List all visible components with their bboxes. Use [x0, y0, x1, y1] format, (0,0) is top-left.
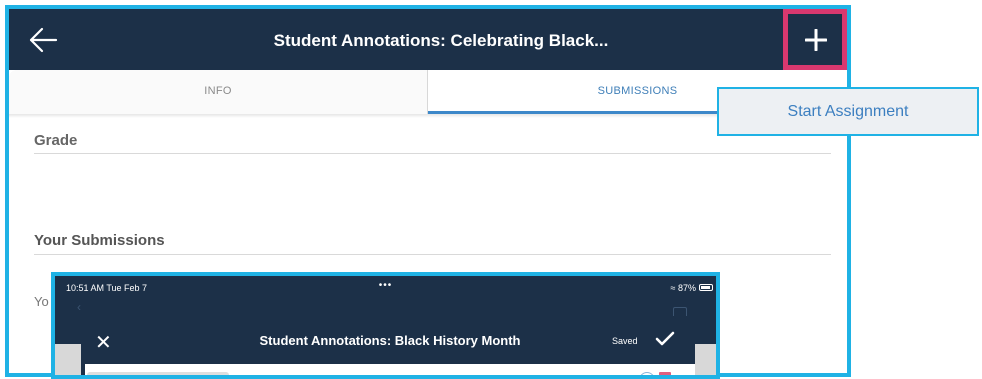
multitasking-dots: ••• — [378, 280, 393, 291]
toolbar-placeholder — [87, 372, 229, 375]
background-sheet-right — [694, 344, 716, 375]
ghost-back-icon: ‹ — [77, 300, 81, 314]
battery-icon — [699, 284, 713, 291]
start-assignment-button[interactable]: Start Assignment — [719, 103, 977, 121]
annotation-screen: 10:51 AM Tue Feb 7 ••• ≈ 87% ‹ ✕ Student… — [51, 272, 720, 379]
add-button[interactable] — [783, 9, 847, 70]
annotation-title: Student Annotations: Black History Month — [259, 333, 521, 348]
navigation-bar: Student Annotations: Celebrating Black..… — [9, 9, 847, 70]
tab-info[interactable]: INFO — [9, 70, 428, 114]
grade-heading: Grade — [34, 132, 78, 149]
plus-icon — [805, 29, 827, 51]
battery-level: ≈ 87% — [671, 283, 696, 293]
status-bar: 10:51 AM Tue Feb 7 ••• ≈ 87% — [55, 276, 716, 298]
done-button[interactable] — [655, 331, 675, 352]
background-sheet-left — [55, 344, 81, 375]
trash-icon[interactable] — [659, 372, 671, 375]
page-title: Student Annotations: Celebrating Black..… — [273, 31, 609, 50]
divider — [34, 254, 831, 255]
checkmark-icon — [655, 331, 675, 346]
saved-status: Saved — [612, 336, 638, 346]
start-assignment-popover[interactable]: Start Assignment — [717, 87, 979, 136]
submissions-text: Yo — [34, 294, 49, 309]
wifi-icon: ≈ — [670, 283, 676, 293]
divider — [34, 153, 831, 154]
your-submissions-heading: Your Submissions — [34, 232, 165, 249]
battery-percent: 87% — [677, 283, 696, 293]
